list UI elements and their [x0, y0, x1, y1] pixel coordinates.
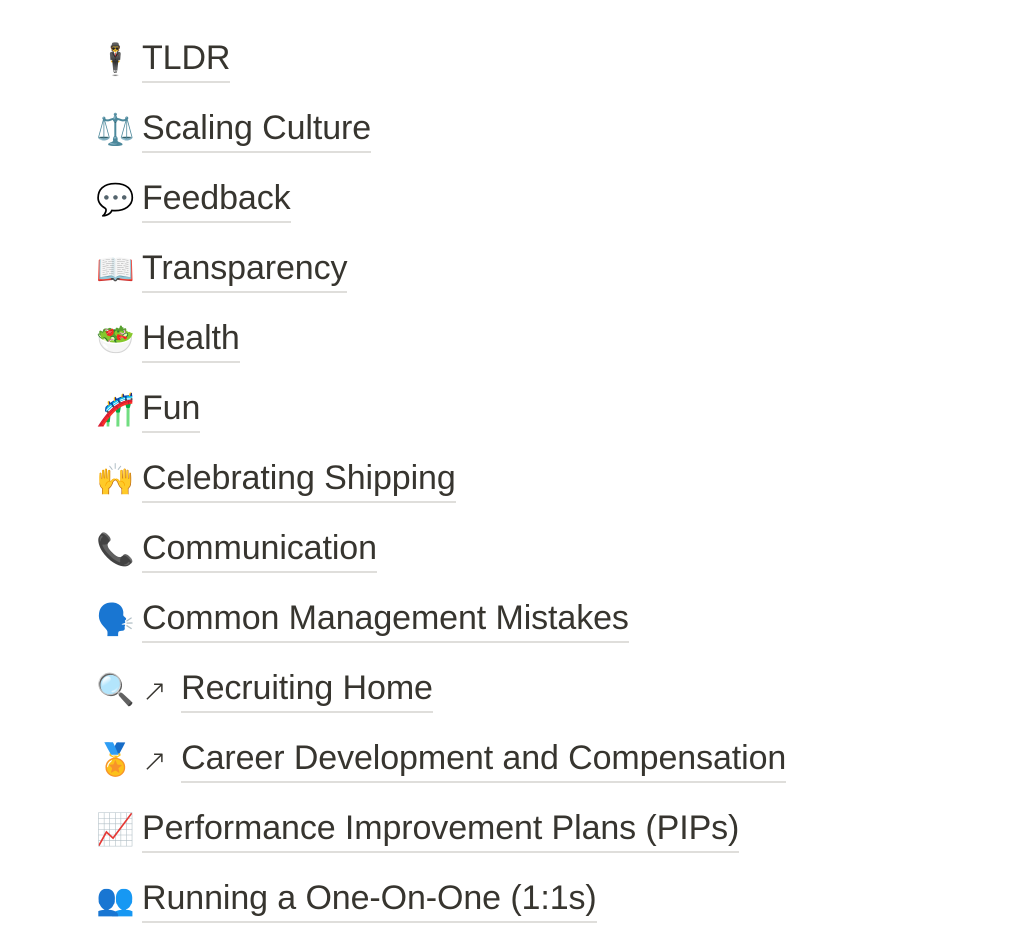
toc-row: 🎢 Fun [0, 376, 1020, 446]
balance-scale-emoji: ⚖️ [96, 111, 135, 148]
toc-item-label[interactable]: Performance Improvement Plans (PIPs) [142, 809, 739, 854]
toc-link-fun[interactable]: Fun [142, 389, 200, 434]
roller-coaster-emoji: 🎢 [96, 391, 135, 428]
sports-medal-emoji: 🏅 [96, 741, 135, 778]
toc-item-label[interactable]: Health [142, 319, 240, 364]
speech-balloon-emoji: 💬 [96, 181, 135, 218]
toc-item-label[interactable]: Celebrating Shipping [142, 459, 456, 504]
toc-item-label[interactable]: Career Development and Compensation [181, 739, 786, 784]
toc-link-feedback[interactable]: Feedback [142, 179, 291, 224]
toc-row: ⚖️ Scaling Culture [0, 96, 1020, 166]
toc-link-tldr[interactable]: TLDR [142, 39, 230, 84]
toc-link-recruiting-home[interactable]: ↗ Recruiting Home [142, 669, 433, 714]
toc-row: 🗣️ Common Management Mistakes [0, 586, 1020, 656]
toc-row: 📈 Performance Improvement Plans (PIPs) [0, 796, 1020, 866]
toc-item-label[interactable]: Feedback [142, 179, 291, 224]
toc-link-scaling-culture[interactable]: Scaling Culture [142, 109, 371, 154]
toc-row: 👥 Running a One-On-One (1:1s) [0, 866, 1020, 936]
toc-link-communication[interactable]: Communication [142, 529, 377, 574]
external-link-arrow-icon: ↗ [142, 743, 168, 779]
busts-in-silhouette-emoji: 👥 [96, 881, 135, 918]
toc-link-running-a-one-on-one-1-1s[interactable]: Running a One-On-One (1:1s) [142, 879, 597, 924]
toc-link-performance-improvement-plans-pips[interactable]: Performance Improvement Plans (PIPs) [142, 809, 739, 854]
toc-item-label[interactable]: Transparency [142, 249, 348, 294]
toc-row: 🕴️ TLDR [0, 26, 1020, 96]
open-book-emoji: 📖 [96, 251, 135, 288]
toc-row: 📖 Transparency [0, 236, 1020, 306]
toc-link-career-development-and-compensation[interactable]: ↗ Career Development and Compensation [142, 739, 786, 784]
toc-link-celebrating-shipping[interactable]: Celebrating Shipping [142, 459, 456, 504]
toc-item-label[interactable]: Running a One-On-One (1:1s) [142, 879, 597, 924]
toc-link-transparency[interactable]: Transparency [142, 249, 348, 294]
toc-item-label[interactable]: Scaling Culture [142, 109, 371, 154]
external-link-arrow-icon: ↗ [142, 673, 168, 709]
toc-item-label[interactable]: Common Management Mistakes [142, 599, 629, 644]
toc-row: 🙌 Celebrating Shipping [0, 446, 1020, 516]
magnifying-glass-emoji: 🔍 [96, 671, 135, 708]
telephone-receiver-emoji: 📞 [96, 531, 135, 568]
toc-row: 💬 Feedback [0, 166, 1020, 236]
toc-item-label[interactable]: Recruiting Home [181, 669, 433, 714]
toc-row: 🥗 Health [0, 306, 1020, 376]
toc-link-health[interactable]: Health [142, 319, 240, 364]
toc-item-label[interactable]: Communication [142, 529, 377, 574]
toc-row: 📞 Communication [0, 516, 1020, 586]
toc-item-label[interactable]: TLDR [142, 39, 230, 84]
toc-row: 🏅 ↗ Career Development and Compensation [0, 726, 1020, 796]
person-in-suit-levitating-emoji: 🕴️ [96, 41, 135, 78]
green-salad-emoji: 🥗 [96, 321, 135, 358]
toc-item-label[interactable]: Fun [142, 389, 200, 434]
speaking-head-emoji: 🗣️ [96, 601, 135, 638]
toc-link-common-management-mistakes[interactable]: Common Management Mistakes [142, 599, 629, 644]
raising-hands-emoji: 🙌 [96, 461, 135, 498]
table-of-contents-list: 🕴️ TLDR ⚖️ Scaling Culture 💬 Feedback 📖 Transpa… [0, 0, 1020, 936]
chart-increasing-emoji: 📈 [96, 811, 135, 848]
toc-row: 🔍 ↗ Recruiting Home [0, 656, 1020, 726]
